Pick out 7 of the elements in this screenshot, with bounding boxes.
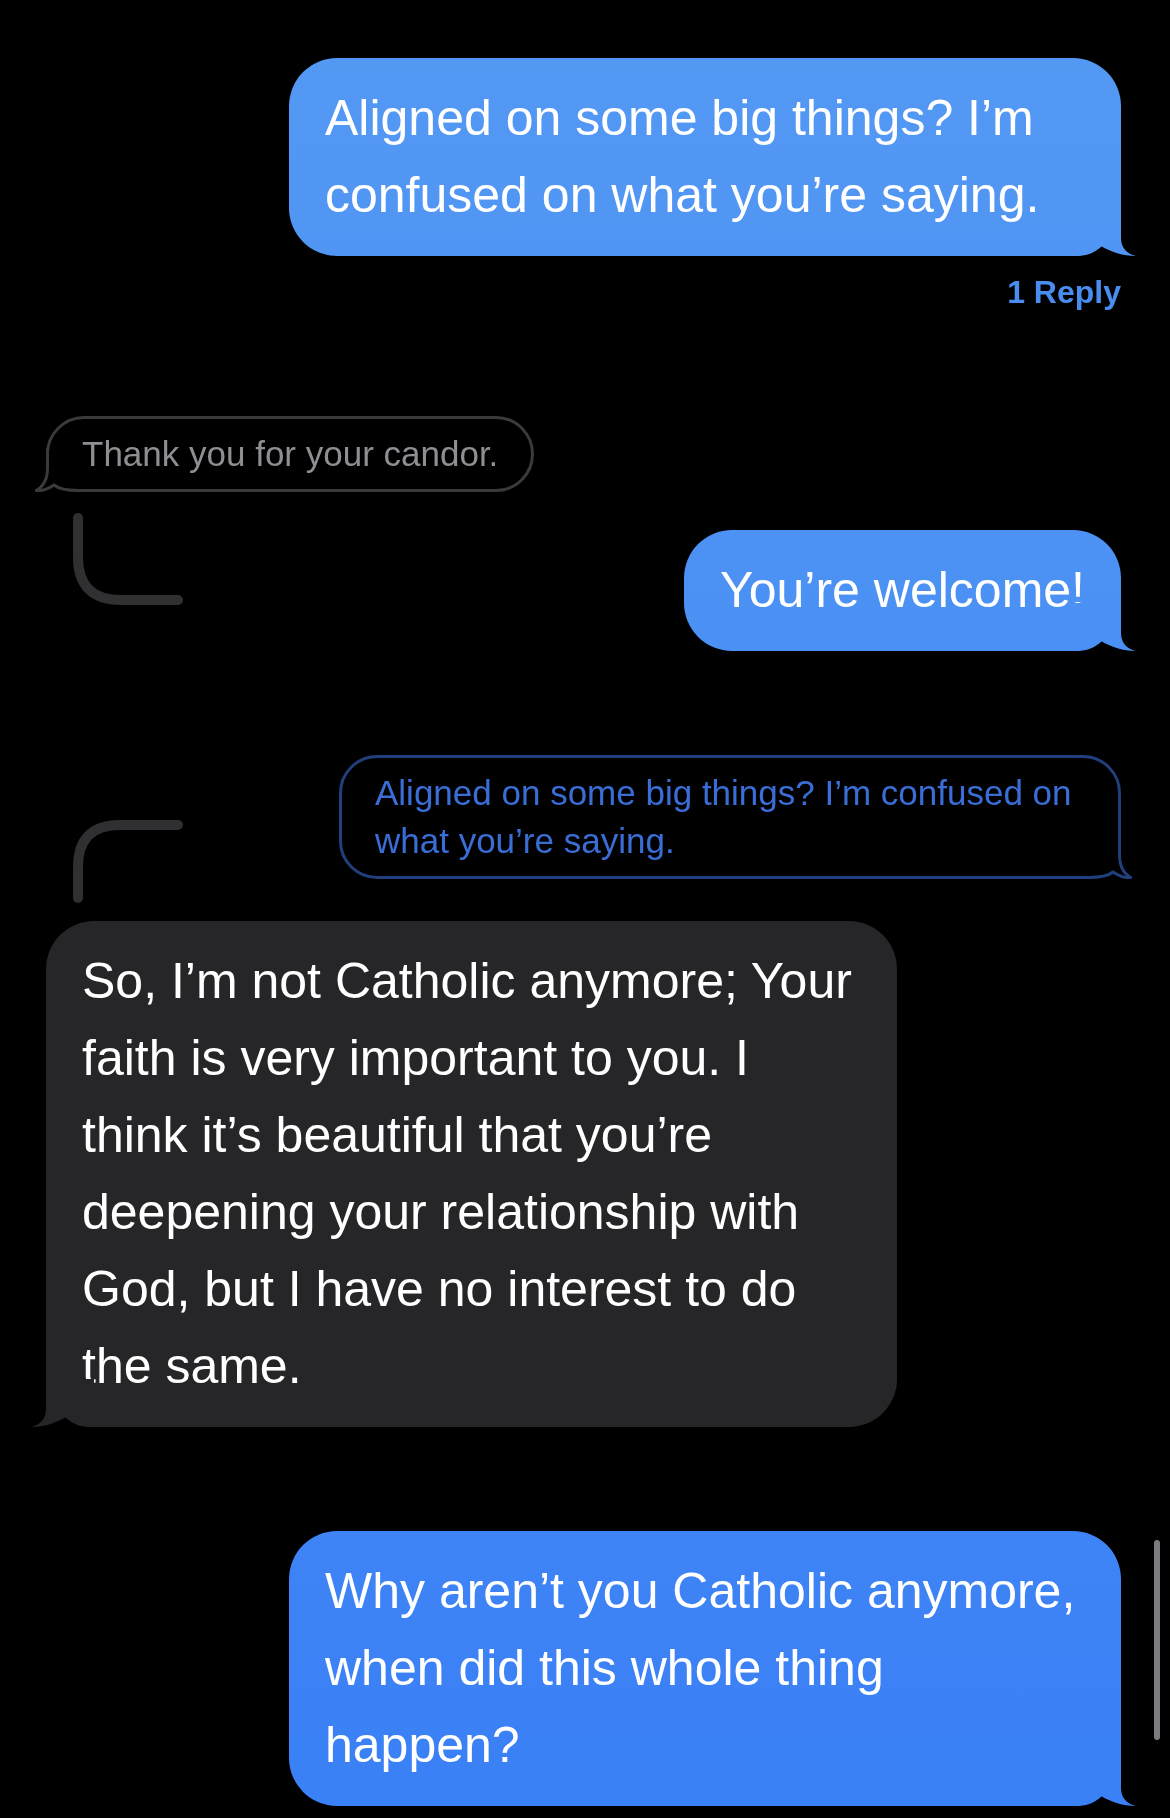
message-bubble: Aligned on some big things? I’m confused on what you’re saying. xyxy=(289,58,1121,256)
message-bubble: So, I’m not Catholic anymore; Your faith is very important to you. I think it’s beautiful that you’re deepening your relationship with God, but I have no interest to do the same. xyxy=(46,921,897,1427)
message-bubble: You’re welcome! xyxy=(684,530,1121,651)
message-bubble: Why aren’t you Catholic anymore, when did this whole thing happen? xyxy=(289,1531,1121,1806)
bubble-tail xyxy=(1089,835,1133,879)
bubble-tail xyxy=(34,448,78,492)
reply-count-link[interactable]: 1 Reply xyxy=(1007,272,1121,312)
